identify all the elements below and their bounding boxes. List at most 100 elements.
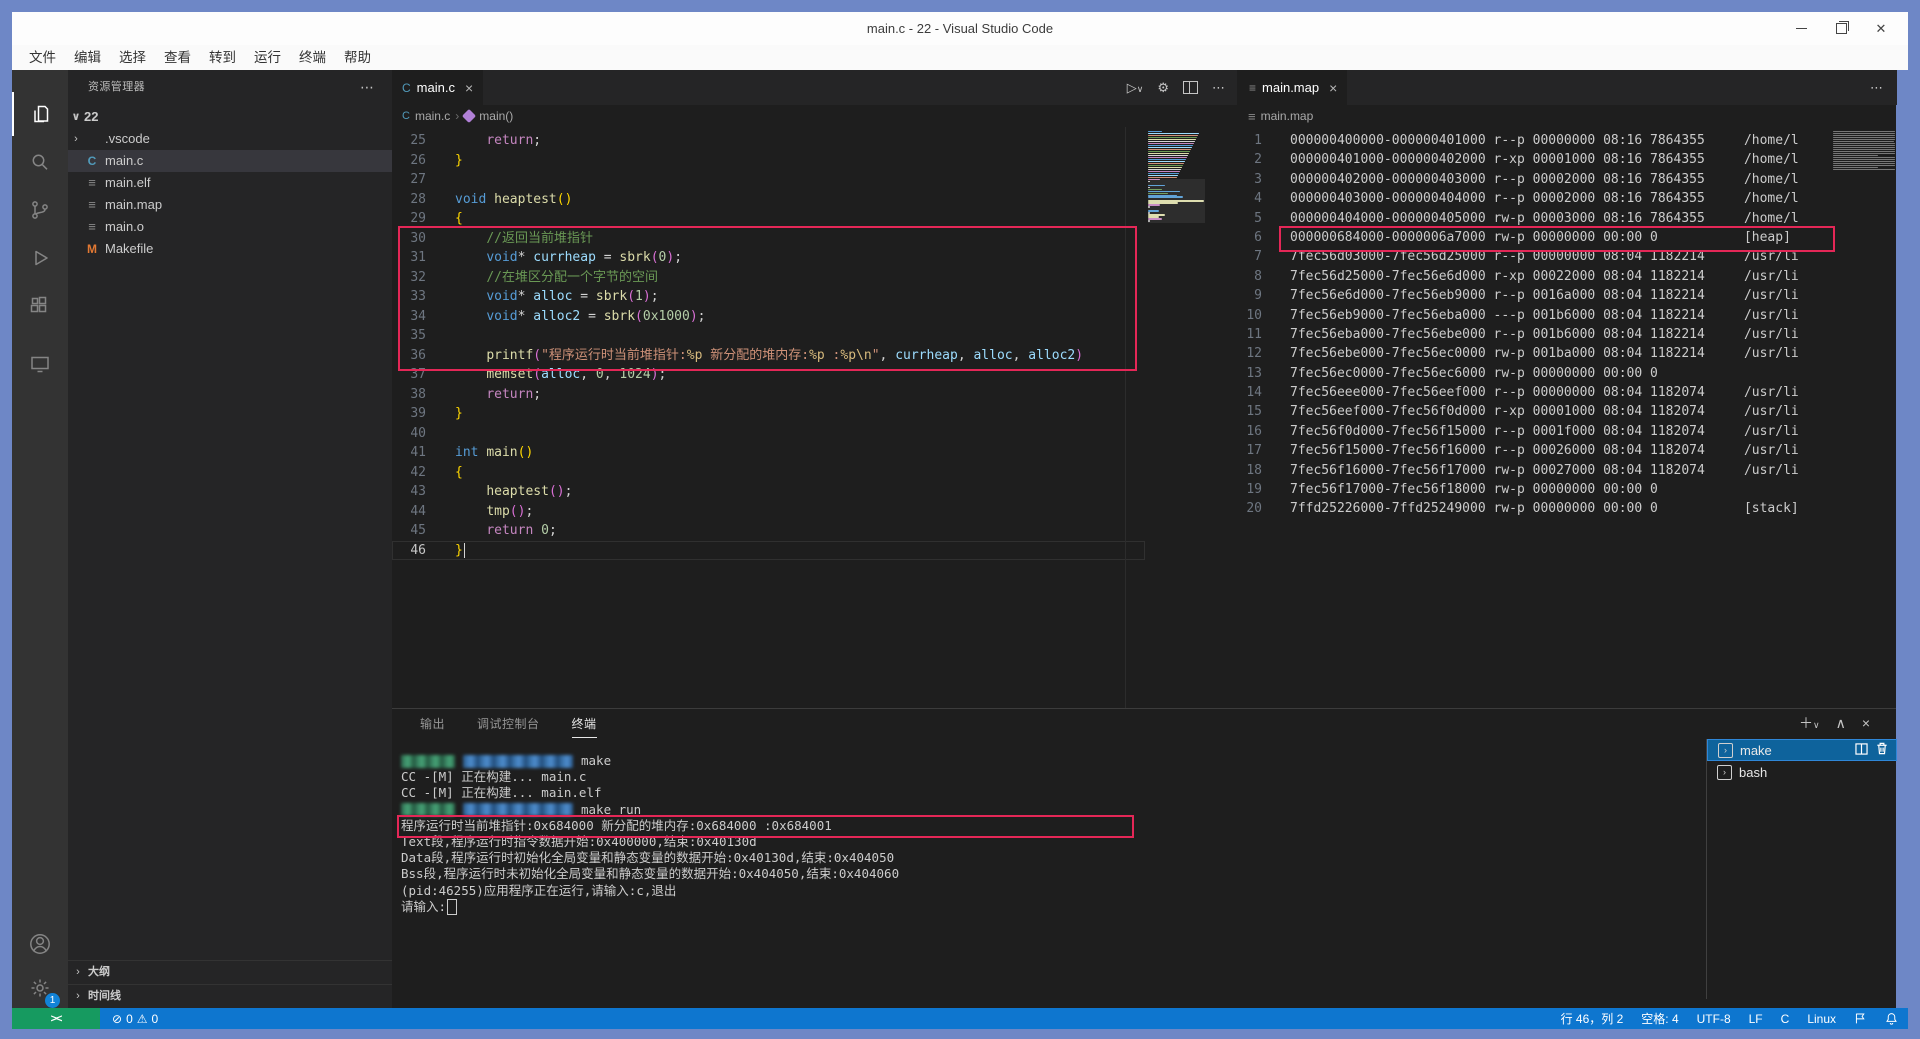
code-line-40[interactable]: 40: [392, 424, 1145, 444]
menu-item-5[interactable]: 运行: [245, 45, 290, 70]
kill-terminal-icon[interactable]: [1876, 742, 1888, 758]
encoding[interactable]: UTF-8: [1697, 1012, 1731, 1026]
run-file-icon[interactable]: ▷∨: [1127, 80, 1144, 96]
code-line-26[interactable]: 26}: [392, 151, 1145, 171]
explorer-icon[interactable]: [12, 92, 68, 136]
tab-main-map[interactable]: ≡ main.map ×: [1239, 70, 1347, 105]
map-line-12[interactable]: 127fec56ebe000-7fec56ec0000 rw-p 001ba00…: [1232, 344, 1832, 363]
split-editor-icon[interactable]: [1183, 81, 1198, 94]
map-line-4[interactable]: 4000000403000-000000404000 r--p 00002000…: [1232, 189, 1832, 208]
code-line-35[interactable]: 35: [392, 326, 1145, 346]
more-actions-icon[interactable]: ⋯: [1212, 80, 1225, 96]
map-line-14[interactable]: 147fec56eee000-7fec56eef000 r--p 0000000…: [1232, 383, 1832, 402]
remote-explorer-icon[interactable]: [12, 342, 68, 386]
code-line-42[interactable]: 42{: [392, 463, 1145, 483]
breadcrumb-left[interactable]: C main.c › main(): [402, 105, 513, 127]
code-line-43[interactable]: 43 heaptest();: [392, 482, 1145, 502]
code-line-33[interactable]: 33 void* alloc = sbrk(1);: [392, 287, 1145, 307]
terminal-instance-make[interactable]: ›make: [1707, 739, 1897, 761]
map-line-17[interactable]: 177fec56f15000-7fec56f16000 r--p 0002600…: [1232, 441, 1832, 460]
tree-item-Makefile[interactable]: MMakefile: [68, 238, 392, 260]
menu-item-7[interactable]: 帮助: [335, 45, 380, 70]
map-line-1[interactable]: 1000000400000-000000401000 r--p 00000000…: [1232, 131, 1832, 150]
terminal-instance-bash[interactable]: ›bash: [1707, 761, 1897, 783]
map-line-10[interactable]: 107fec56eb9000-7fec56eba000 ---p 001b600…: [1232, 306, 1832, 325]
menu-item-0[interactable]: 文件: [20, 45, 65, 70]
code-line-46[interactable]: 46}: [392, 541, 1145, 561]
tree-item-main.map[interactable]: ≡main.map: [68, 194, 392, 216]
close-button[interactable]: ✕: [1874, 22, 1888, 36]
tree-item-main.o[interactable]: ≡main.o: [68, 216, 392, 238]
gear-icon[interactable]: ⚙: [1157, 80, 1169, 96]
terminal-output[interactable]: makeCC -[M] 正在构建... main.cCC -[M] 正在构建..…: [401, 753, 1691, 915]
menu-item-2[interactable]: 选择: [110, 45, 155, 70]
tree-root-folder[interactable]: ∨22: [68, 106, 392, 128]
code-line-32[interactable]: 32 //在堆区分配一个字节的空间: [392, 268, 1145, 288]
os-indicator[interactable]: Linux: [1807, 1012, 1836, 1026]
search-icon[interactable]: [12, 140, 68, 184]
code-line-39[interactable]: 39}: [392, 404, 1145, 424]
problems-indicator[interactable]: ⊘0 ⚠0: [112, 1012, 158, 1026]
menu-item-1[interactable]: 编辑: [65, 45, 110, 70]
timeline-section[interactable]: ›时间线: [68, 984, 392, 1007]
map-line-6[interactable]: 6000000684000-0000006a7000 rw-p 00000000…: [1232, 228, 1832, 247]
tab-main-c[interactable]: C main.c ×: [392, 70, 483, 105]
tree-item-main.c[interactable]: Cmain.c: [68, 150, 392, 172]
extensions-icon[interactable]: [12, 284, 68, 328]
menu-item-6[interactable]: 终端: [290, 45, 335, 70]
map-line-8[interactable]: 87fec56d25000-7fec56e6d000 r-xp 00022000…: [1232, 267, 1832, 286]
close-panel-icon[interactable]: ×: [1862, 715, 1870, 731]
map-line-18[interactable]: 187fec56f16000-7fec56f17000 rw-p 0002700…: [1232, 461, 1832, 480]
code-line-45[interactable]: 45 return 0;: [392, 521, 1145, 541]
eol[interactable]: LF: [1749, 1012, 1763, 1026]
code-line-27[interactable]: 27: [392, 170, 1145, 190]
code-line-36[interactable]: 36 printf("程序运行时当前堆指针:%p 新分配的堆内存:%p :%p\…: [392, 346, 1145, 366]
maximize-button[interactable]: [1834, 22, 1848, 36]
split-terminal-icon[interactable]: [1855, 743, 1868, 758]
map-line-13[interactable]: 137fec56ec0000-7fec56ec6000 rw-p 0000000…: [1232, 364, 1832, 383]
menu-item-3[interactable]: 查看: [155, 45, 200, 70]
map-line-16[interactable]: 167fec56f0d000-7fec56f15000 r--p 0001f00…: [1232, 422, 1832, 441]
indentation[interactable]: 空格: 4: [1641, 1010, 1678, 1027]
map-line-15[interactable]: 157fec56eef000-7fec56f0d000 r-xp 0000100…: [1232, 402, 1832, 421]
maximize-panel-icon[interactable]: ∧: [1836, 715, 1846, 732]
source-control-icon[interactable]: [12, 188, 68, 232]
tab-close-icon[interactable]: ×: [465, 80, 473, 96]
remote-indicator[interactable]: ><: [12, 1008, 100, 1029]
language-mode[interactable]: C: [1781, 1012, 1790, 1026]
code-editor[interactable]: 25 return;26}2728void heaptest()29{30 //…: [392, 131, 1145, 560]
code-line-31[interactable]: 31 void* currheap = sbrk(0);: [392, 248, 1145, 268]
code-line-28[interactable]: 28void heaptest(): [392, 190, 1145, 210]
tab-close-icon[interactable]: ×: [1329, 80, 1337, 96]
map-line-5[interactable]: 5000000404000-000000405000 rw-p 00003000…: [1232, 209, 1832, 228]
sidebar-more-actions-icon[interactable]: ⋯: [360, 70, 374, 104]
map-line-9[interactable]: 97fec56e6d000-7fec56eb9000 r--p 0016a000…: [1232, 286, 1832, 305]
code-line-34[interactable]: 34 void* alloc2 = sbrk(0x1000);: [392, 307, 1145, 327]
cursor-position[interactable]: 行 46，列 2: [1561, 1010, 1624, 1027]
notifications-bell-icon[interactable]: [1885, 1012, 1898, 1025]
map-editor[interactable]: 1000000400000-000000401000 r--p 00000000…: [1232, 131, 1832, 519]
breadcrumb-right[interactable]: ≡ main.map: [1248, 105, 1313, 127]
tree-item-.vscode[interactable]: ›.vscode: [68, 128, 392, 150]
panel-tab-1[interactable]: 调试控制台: [477, 715, 540, 738]
menu-item-4[interactable]: 转到: [200, 45, 245, 70]
code-line-44[interactable]: 44 tmp();: [392, 502, 1145, 522]
run-debug-icon[interactable]: [12, 236, 68, 280]
code-line-37[interactable]: 37 memset(alloc, 0, 1024);: [392, 365, 1145, 385]
code-line-25[interactable]: 25 return;: [392, 131, 1145, 151]
map-line-20[interactable]: 207ffd25226000-7ffd25249000 rw-p 0000000…: [1232, 499, 1832, 518]
code-line-41[interactable]: 41int main(): [392, 443, 1145, 463]
minimap-right[interactable]: [1833, 131, 1897, 215]
panel-tab-2[interactable]: 终端: [572, 715, 597, 738]
code-line-38[interactable]: 38 return;: [392, 385, 1145, 405]
code-line-29[interactable]: 29{: [392, 209, 1145, 229]
map-line-3[interactable]: 3000000402000-000000403000 r--p 00002000…: [1232, 170, 1832, 189]
new-terminal-icon[interactable]: ＋∨: [1799, 713, 1820, 733]
tree-item-main.elf[interactable]: ≡main.elf: [68, 172, 392, 194]
minimize-button[interactable]: [1794, 22, 1808, 36]
map-line-2[interactable]: 2000000401000-000000402000 r-xp 00001000…: [1232, 150, 1832, 169]
more-actions-icon[interactable]: ⋯: [1870, 80, 1883, 96]
map-line-7[interactable]: 77fec56d03000-7fec56d25000 r--p 00000000…: [1232, 247, 1832, 266]
panel-tab-0[interactable]: 输出: [420, 715, 445, 738]
code-line-30[interactable]: 30 //返回当前堆指针: [392, 229, 1145, 249]
